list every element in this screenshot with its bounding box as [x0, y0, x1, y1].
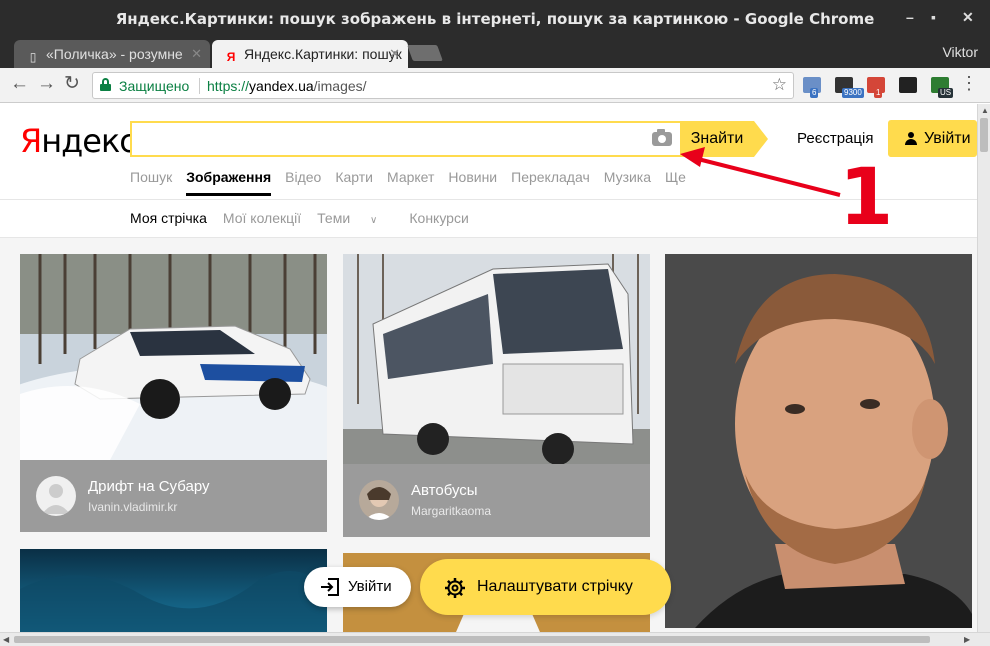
- image-card-bus[interactable]: Автобусы Margaritkaoma: [343, 254, 650, 537]
- tune-feed-label: Налаштувати стрічку: [477, 578, 633, 595]
- url-text[interactable]: https://yandex.ua/images/: [207, 78, 367, 94]
- floating-login-label: Увійти: [348, 578, 392, 595]
- tab-market[interactable]: Маркет: [387, 169, 434, 185]
- tab-images[interactable]: Зображення: [186, 169, 272, 196]
- card-info: Автобусы Margaritkaoma: [343, 464, 650, 537]
- window-title: Яндекс.Картинки: пошук зображень в інтер…: [115, 10, 875, 28]
- maximize-icon[interactable]: ▪: [931, 9, 936, 25]
- url-host: yandex.ua: [249, 78, 314, 94]
- annotation-number: 1: [839, 153, 894, 243]
- tab-maps[interactable]: Карти: [335, 169, 373, 185]
- color-extension-icon[interactable]: [899, 77, 917, 93]
- horizontal-scrollbar[interactable]: ◀ ▶: [0, 632, 990, 646]
- user-icon: [905, 132, 917, 146]
- avatar: [36, 476, 76, 516]
- window-titlebar: Яндекс.Картинки: пошук зображень в інтер…: [0, 0, 990, 36]
- page-icon: ▯: [29, 50, 37, 64]
- themes-dropdown[interactable]: Теми ∨: [317, 210, 393, 226]
- tab-polychka[interactable]: ▯ «Поличка» - розумне ✕: [14, 40, 210, 68]
- gear-icon: [445, 578, 465, 598]
- chevron-down-icon: ∨: [370, 215, 378, 226]
- horizontal-scroll-thumb[interactable]: [14, 636, 930, 643]
- extension-badge: 9300: [842, 88, 864, 98]
- yandex-favicon-icon: Я: [226, 50, 236, 64]
- close-window-icon[interactable]: ✕: [962, 9, 974, 26]
- minimize-icon[interactable]: –: [906, 9, 914, 25]
- image-card-drift[interactable]: Дрифт на Субару Ivanin.vladimir.kr: [20, 254, 327, 532]
- secure-label: Защищено: [119, 78, 190, 94]
- tab-music[interactable]: Музика: [604, 169, 651, 185]
- tab-label: Яндекс.Картинки: пошук: [244, 46, 402, 62]
- profile-name[interactable]: Viktor: [942, 44, 978, 60]
- scroll-left-icon: ◀: [3, 635, 10, 644]
- browser-toolbar: ← → ↻ Защищено https://yandex.ua/images/…: [0, 68, 990, 103]
- my-feed-link[interactable]: Моя стрічка: [130, 210, 207, 226]
- url-scheme: https://: [207, 78, 250, 94]
- reload-icon[interactable]: ↻: [64, 74, 80, 94]
- tab-search[interactable]: Пошук: [130, 169, 172, 185]
- card-title[interactable]: Автобусы: [411, 482, 478, 499]
- extension-badge: 1: [874, 88, 883, 98]
- close-tab-icon[interactable]: ✕: [389, 46, 400, 62]
- scroll-up-icon: ▲: [981, 106, 989, 115]
- back-arrow-icon[interactable]: ←: [10, 74, 29, 94]
- contests-link[interactable]: Конкурси: [409, 210, 468, 226]
- yandex-logo[interactable]: Яндекс: [20, 122, 137, 160]
- login-label: Увійти: [924, 130, 971, 147]
- bookmark-star-icon[interactable]: ☆: [772, 75, 787, 95]
- tab-news[interactable]: Новини: [448, 169, 497, 185]
- new-tab-button[interactable]: [407, 45, 443, 61]
- gmail-extension-icon[interactable]: 1: [867, 77, 885, 98]
- service-tabs: Пошук Зображення Відео Карти Маркет Новини Пер…: [130, 169, 700, 199]
- card-title[interactable]: Дрифт на Субару: [88, 478, 210, 495]
- tab-strip: ▯ «Поличка» - розумне ✕ Я Яндекс.Картинки:…: [0, 36, 990, 68]
- tab-yandex-images[interactable]: Я Яндекс.Картинки: пошук ✕: [212, 40, 408, 68]
- tune-feed-button[interactable]: Налаштувати стрічку: [420, 559, 671, 615]
- bus-image: [343, 254, 650, 464]
- camera-search-icon[interactable]: [652, 129, 672, 146]
- yandex-page: Яндекс Знайти Реєстрація Увійти Пошук Зоб…: [0, 104, 977, 632]
- avatar: [359, 480, 399, 520]
- register-link[interactable]: Реєстрація: [797, 130, 873, 147]
- tab-translate[interactable]: Перекладач: [511, 169, 590, 185]
- yandex-header: Яндекс Знайти Реєстрація Увійти Пошук Зоб…: [0, 104, 977, 238]
- search-input[interactable]: [130, 121, 682, 157]
- close-tab-icon[interactable]: ✕: [191, 46, 202, 62]
- tab-label: «Поличка» - розумне: [46, 46, 183, 62]
- vertical-scroll-thumb[interactable]: [980, 118, 988, 152]
- card-author[interactable]: Margaritkaoma: [411, 504, 491, 518]
- address-bar[interactable]: Защищено https://yandex.ua/images/ ☆: [92, 72, 794, 99]
- portrait-image: [665, 254, 972, 628]
- login-button[interactable]: Увійти: [888, 120, 977, 157]
- extension-badge: 6: [810, 88, 819, 98]
- my-collections-link[interactable]: Мої колекції: [223, 210, 301, 226]
- feed-subnav: Моя стрічка Мої колекції Теми ∨ Конкурси: [130, 210, 485, 226]
- lock-icon: [100, 78, 111, 91]
- vertical-scrollbar[interactable]: ▲: [977, 104, 990, 632]
- find-button[interactable]: Знайти: [680, 121, 768, 157]
- scroll-right-icon: ▶: [964, 635, 971, 644]
- card-info: Дрифт на Субару Ivanin.vladimir.kr: [20, 460, 327, 532]
- floating-login-button[interactable]: Увійти: [304, 567, 411, 607]
- login-icon: [321, 578, 339, 596]
- image-card-portrait[interactable]: [665, 254, 972, 628]
- card-author[interactable]: Ivanin.vladimir.kr: [88, 500, 177, 514]
- url-path: /images/: [313, 78, 367, 94]
- tab-more[interactable]: Ще: [665, 169, 686, 185]
- vpn-extension-icon[interactable]: US: [931, 77, 954, 98]
- image-card-underwater[interactable]: [20, 549, 327, 632]
- forward-arrow-icon[interactable]: →: [37, 74, 56, 94]
- underwater-image: [20, 549, 327, 632]
- chrome-menu-icon[interactable]: ⋮: [960, 73, 978, 94]
- extension-badge: US: [938, 88, 954, 98]
- mail-extension-icon[interactable]: 6: [803, 77, 821, 98]
- tab-video[interactable]: Відео: [285, 169, 321, 185]
- counter-extension-icon[interactable]: 9300: [835, 77, 864, 98]
- subaru-drift-image: [20, 254, 327, 460]
